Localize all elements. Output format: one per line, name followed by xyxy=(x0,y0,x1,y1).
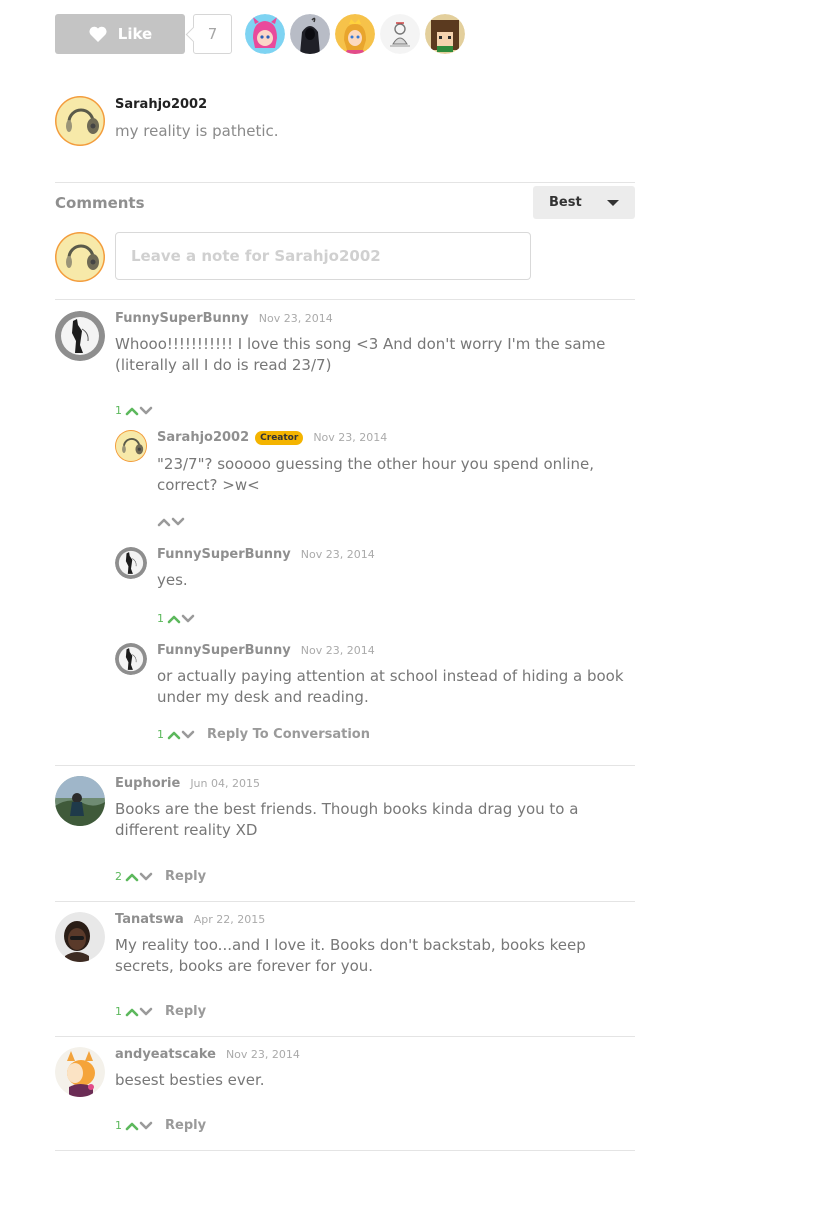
story-author: Sarahjo2002 my reality is pathetic. xyxy=(55,96,279,146)
reply-link[interactable]: Reply xyxy=(165,1004,206,1019)
downvote-icon[interactable] xyxy=(139,405,153,417)
comment-date: Nov 23, 2014 xyxy=(225,1048,300,1061)
like-count: 7 xyxy=(193,14,232,54)
liker-avatar-princess[interactable] xyxy=(335,14,375,54)
heart-icon xyxy=(89,26,107,42)
vote-count: 1 xyxy=(157,728,164,741)
comment: Euphorie Jun 04, 2015 Books are the best… xyxy=(55,776,635,841)
downvote-icon[interactable] xyxy=(139,1120,153,1132)
reply-comment: FunnySuperBunny Nov 23, 2014 or actually… xyxy=(115,643,627,708)
caret-down-icon xyxy=(607,200,619,206)
commenter-avatar[interactable] xyxy=(115,547,147,579)
divider xyxy=(55,901,635,902)
author-avatar[interactable] xyxy=(55,96,105,146)
comment: andyeatscake Nov 23, 2014 besest besties… xyxy=(55,1047,635,1097)
note-input[interactable] xyxy=(115,232,531,280)
vote-count: 1 xyxy=(115,404,122,417)
upvote-icon[interactable] xyxy=(125,1006,139,1018)
downvote-icon[interactable] xyxy=(181,613,195,625)
comment-date: Nov 23, 2014 xyxy=(300,548,375,561)
comment-username[interactable]: FunnySuperBunny xyxy=(157,547,291,562)
liker-avatar-hooded-figure[interactable] xyxy=(290,14,330,54)
reply-comment: Sarahjo2002 Creator Nov 23, 2014 "23/7"?… xyxy=(115,430,627,496)
upvote-icon[interactable] xyxy=(125,1120,139,1132)
comment-actions: 1 Reply xyxy=(115,1004,206,1019)
comment-text: yes. xyxy=(157,571,188,589)
comment-actions: 1 Reply To Conversation xyxy=(157,727,370,742)
commenter-avatar[interactable] xyxy=(55,1047,105,1097)
upvote-icon[interactable] xyxy=(157,516,171,528)
liker-avatars xyxy=(245,14,465,54)
comment-actions: 2 Reply xyxy=(115,869,206,884)
upvote-icon[interactable] xyxy=(125,871,139,883)
comment: FunnySuperBunny Nov 23, 2014 Whooo!!!!!!… xyxy=(55,311,635,376)
divider xyxy=(55,1036,635,1037)
comment-username[interactable]: Sarahjo2002 xyxy=(157,430,249,445)
like-button-label: Like xyxy=(117,25,153,43)
author-name[interactable]: Sarahjo2002 xyxy=(115,97,279,112)
divider xyxy=(55,299,635,300)
like-button[interactable]: Like xyxy=(55,14,185,54)
reply-comment: FunnySuperBunny Nov 23, 2014 yes. xyxy=(115,547,627,591)
author-status: my reality is pathetic. xyxy=(115,122,279,140)
divider xyxy=(55,182,635,183)
liker-avatar-pixel-face[interactable] xyxy=(425,14,465,54)
comment: Tanatswa Apr 22, 2015 My reality too...a… xyxy=(55,912,635,977)
comment-actions: 1 Reply xyxy=(115,1118,206,1133)
commenter-avatar[interactable] xyxy=(115,430,147,462)
commenter-avatar[interactable] xyxy=(115,643,147,675)
like-bar: Like 7 xyxy=(55,14,465,54)
commenter-avatar[interactable] xyxy=(55,311,105,361)
liker-avatar-pink-hair[interactable] xyxy=(245,14,285,54)
reply-link[interactable]: Reply xyxy=(165,1118,206,1133)
vote-count: 1 xyxy=(115,1119,122,1132)
downvote-icon[interactable] xyxy=(139,1006,153,1018)
vote-count: 1 xyxy=(115,1005,122,1018)
comment-actions xyxy=(157,516,185,528)
comment-date: Apr 22, 2015 xyxy=(193,913,266,926)
sort-dropdown[interactable]: Best xyxy=(533,186,635,219)
vote-count: 2 xyxy=(115,870,122,883)
comment-actions: 1 xyxy=(115,404,153,417)
comment-date: Nov 23, 2014 xyxy=(258,312,333,325)
comments-title: Comments xyxy=(55,194,145,212)
note-composer xyxy=(55,232,531,282)
comment-text: Whooo!!!!!!!!!!! I love this song <3 And… xyxy=(115,335,606,374)
comment-username[interactable]: andyeatscake xyxy=(115,1047,216,1062)
downvote-icon[interactable] xyxy=(139,871,153,883)
reply-to-conversation-link[interactable]: Reply To Conversation xyxy=(207,727,370,742)
downvote-icon[interactable] xyxy=(181,729,195,741)
comment-username[interactable]: Tanatswa xyxy=(115,912,184,927)
comment-date: Nov 23, 2014 xyxy=(300,644,375,657)
commenter-avatar[interactable] xyxy=(55,776,105,826)
current-user-avatar xyxy=(55,232,105,282)
upvote-icon[interactable] xyxy=(167,613,181,625)
upvote-icon[interactable] xyxy=(125,405,139,417)
sort-selected-label: Best xyxy=(549,195,582,210)
comment-date: Nov 23, 2014 xyxy=(313,431,388,444)
comment-username[interactable]: FunnySuperBunny xyxy=(157,643,291,658)
divider xyxy=(55,1150,635,1151)
comment-username[interactable]: FunnySuperBunny xyxy=(115,311,249,326)
downvote-icon[interactable] xyxy=(171,516,185,528)
divider xyxy=(55,765,635,766)
commenter-avatar[interactable] xyxy=(55,912,105,962)
creator-badge: Creator xyxy=(255,431,304,445)
comment-text: "23/7"? sooooo guessing the other hour y… xyxy=(157,455,594,494)
comment-actions: 1 xyxy=(157,612,195,625)
comment-text: Books are the best friends. Though books… xyxy=(115,800,579,839)
reply-link[interactable]: Reply xyxy=(165,869,206,884)
comment-text: My reality too...and I love it. Books do… xyxy=(115,936,586,975)
upvote-icon[interactable] xyxy=(167,729,181,741)
comment-username[interactable]: Euphorie xyxy=(115,776,180,791)
liker-avatar-sketch[interactable] xyxy=(380,14,420,54)
vote-count: 1 xyxy=(157,612,164,625)
comment-text: besest besties ever. xyxy=(115,1071,265,1089)
comment-text: or actually paying attention at school i… xyxy=(157,667,624,706)
comment-date: Jun 04, 2015 xyxy=(190,777,260,790)
